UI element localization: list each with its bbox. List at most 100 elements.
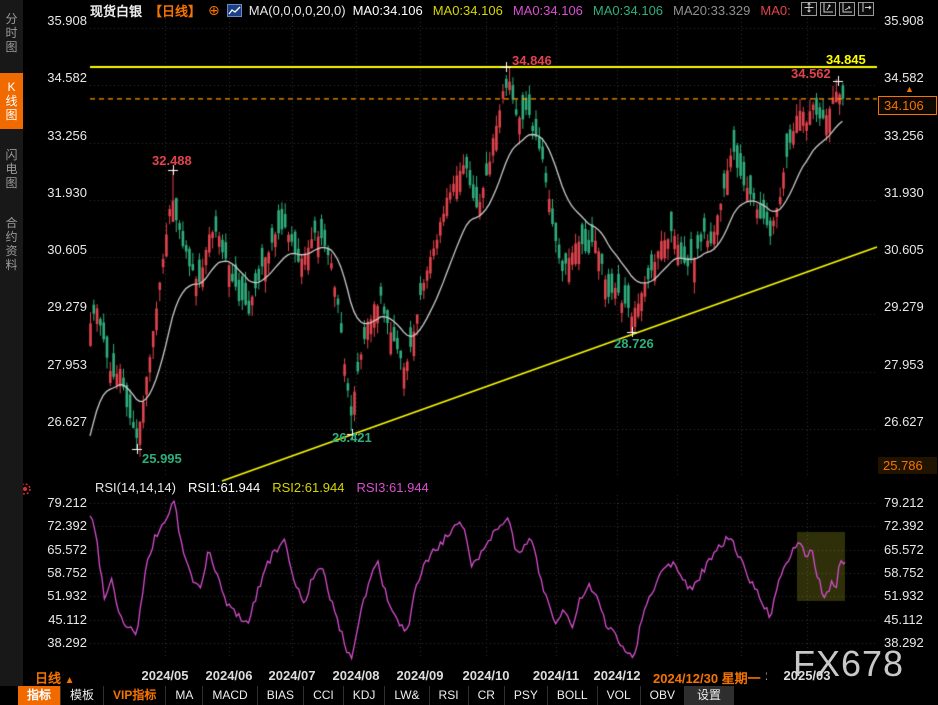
low-price-badge: 25.786 [878, 457, 937, 474]
scale-y-axis-button[interactable] [820, 2, 836, 16]
pan-right-icon [860, 0, 872, 18]
move-crosshair-icon [803, 0, 815, 18]
price-tick-right: 27.953 [884, 357, 924, 372]
scale-x-axis-button[interactable] [839, 2, 855, 16]
toolbar-gap [0, 686, 18, 705]
price-tick-left: 30.605 [30, 242, 87, 257]
chart-canvas[interactable] [0, 0, 938, 705]
indicator-toolbar: 指标模板VIP指标MAMACDBIASCCIKDJLW&RSICRPSYBOLL… [0, 686, 938, 705]
sidebar-tab-1[interactable]: 分 时 图 [0, 5, 23, 61]
sidebar-tab-2[interactable]: K 线 图 [0, 73, 23, 129]
ma-value-3: MA0:34.106 [513, 3, 583, 18]
ma-values: MA0:34.106 MA0:34.106 MA0:34.106 MA0:34.106… [353, 3, 791, 18]
price-tick-right: 30.605 [884, 242, 924, 257]
scale-x-axis-icon [841, 0, 853, 18]
price-annotation: 32.488 [152, 153, 192, 168]
price-annotation: 34.845 [826, 52, 866, 67]
month-label: 2024/11 [524, 668, 588, 683]
price-annotation: 34.846 [512, 53, 552, 68]
symbol-name: 现货白银 [90, 1, 142, 20]
toolbar-item-VOL[interactable]: VOL [598, 686, 641, 705]
month-label: 2024/05 [133, 668, 197, 683]
sidebar-tab-3[interactable]: 闪 电 图 [0, 141, 23, 197]
toolbar-item-CCI[interactable]: CCI [304, 686, 344, 705]
toolbar-item-RSI[interactable]: RSI [430, 686, 469, 705]
price-tick-right: 35.908 [884, 13, 924, 28]
toolbar-item-BIAS[interactable]: BIAS [258, 686, 304, 705]
chart-tool-buttons [801, 2, 874, 16]
price-tick-left: 27.953 [30, 357, 87, 372]
price-tick-left: 33.256 [30, 128, 87, 143]
price-tick-left: 31.930 [30, 185, 87, 200]
toolbar-item-设置[interactable]: 设置 [685, 686, 734, 705]
rsi-tick-left: 45.112 [30, 612, 87, 627]
month-label: 2024/12 [585, 668, 649, 683]
ma-formula: MA(0,0,0,0,20,0) [249, 3, 346, 18]
month-label: 2024/09 [388, 668, 452, 683]
price-annotation: 34.562 [791, 66, 831, 81]
rsi-formula: RSI(14,14,14) [95, 480, 176, 495]
pan-right-button[interactable] [858, 2, 874, 16]
rsi-tick-left: 38.292 [30, 635, 87, 650]
toolbar-item-CR[interactable]: CR [469, 686, 505, 705]
rsi-values: RSI1:61.944 RSI2:61.944 RSI3:61.944 [188, 480, 429, 495]
toolbar-item-模板[interactable]: 模板 [61, 686, 104, 705]
month-label: 2024/06 [197, 668, 261, 683]
rsi-tick-right: 58.752 [884, 565, 924, 580]
rsi-tick-left: 65.572 [30, 542, 87, 557]
rsi-tick-right: 65.572 [884, 542, 924, 557]
rsi-value-3: RSI3:61.944 [357, 480, 429, 495]
rsi-tick-right: 72.392 [884, 518, 924, 533]
toolbar-item-MA[interactable]: MA [166, 686, 203, 705]
timeframe-selector[interactable]: 日线 ▲ [35, 668, 75, 687]
circle-plus-icon[interactable]: ⊕ [208, 4, 220, 17]
toolbar-item-PSY[interactable]: PSY [505, 686, 548, 705]
current-price-badge: 34.106 [878, 96, 937, 115]
rsi-tick-right: 79.212 [884, 495, 924, 510]
crosshair-date-tooltip: 2024/12/30 星期一 [648, 667, 766, 688]
ma-value-6: MA0: [760, 3, 790, 18]
rsi-header: RSI(14,14,14) RSI1:61.944 RSI2:61.944 RSI3… [95, 480, 429, 495]
ma-value-2: MA0:34.106 [433, 3, 503, 18]
rsi-tick-left: 79.212 [30, 495, 87, 510]
month-label: 2024/08 [324, 668, 388, 683]
rsi-tick-left: 72.392 [30, 518, 87, 533]
move-crosshair-button[interactable] [801, 2, 817, 16]
toolbar-item-VIP指标[interactable]: VIP指标 [104, 686, 166, 705]
toolbar-item-BOLL[interactable]: BOLL [548, 686, 598, 705]
price-tick-right: 34.582 [884, 70, 924, 85]
rsi-tick-right: 51.932 [884, 588, 924, 603]
rsi-value-1: RSI1:61.944 [188, 480, 260, 495]
toolbar-item-KDJ[interactable]: KDJ [344, 686, 386, 705]
price-annotation: 26.421 [332, 430, 372, 445]
trading-app: 分 时 图 K 线 图闪 电 图合 约 资 料 现货白银 【日线】 ⊕ MA(0,… [0, 0, 938, 705]
rsi-tick-left: 58.752 [30, 565, 87, 580]
price-tick-left: 34.582 [30, 70, 87, 85]
period-tag: 【日线】 [149, 1, 201, 20]
price-annotation: 28.726 [614, 336, 654, 351]
mini-chart-icon [227, 4, 242, 17]
timeframe-label: 日线 [35, 671, 61, 686]
rsi-tick-left: 51.932 [30, 588, 87, 603]
price-annotation: 25.995 [142, 451, 182, 466]
rsi-tick-right: 45.112 [884, 612, 923, 627]
price-tick-right: 29.279 [884, 299, 924, 314]
price-tick-left: 35.908 [30, 13, 87, 28]
sidebar-tab-4[interactable]: 合 约 资 料 [0, 209, 23, 279]
toolbar-item-LW&[interactable]: LW& [385, 686, 429, 705]
scale-y-axis-icon [822, 0, 834, 18]
ma-value-4: MA0:34.106 [593, 3, 663, 18]
price-tick-left: 26.627 [30, 414, 87, 429]
price-up-arrow-icon: ▲ [905, 84, 914, 94]
toolbar-item-OBV[interactable]: OBV [641, 686, 685, 705]
toolbar-item-指标[interactable]: 指标 [18, 686, 61, 705]
price-tick-left: 29.279 [30, 299, 87, 314]
dropdown-arrow-icon: ▲ [65, 675, 75, 686]
month-label: 2024/07 [260, 668, 324, 683]
left-sidebar: 分 时 图 K 线 图闪 电 图合 约 资 料 [0, 0, 23, 705]
rsi-value-2: RSI2:61.944 [272, 480, 344, 495]
toolbar-item-MACD[interactable]: MACD [203, 686, 257, 705]
ma-value-1: MA0:34.106 [353, 3, 423, 18]
price-tick-right: 31.930 [884, 185, 924, 200]
price-tick-right: 26.627 [884, 414, 924, 429]
